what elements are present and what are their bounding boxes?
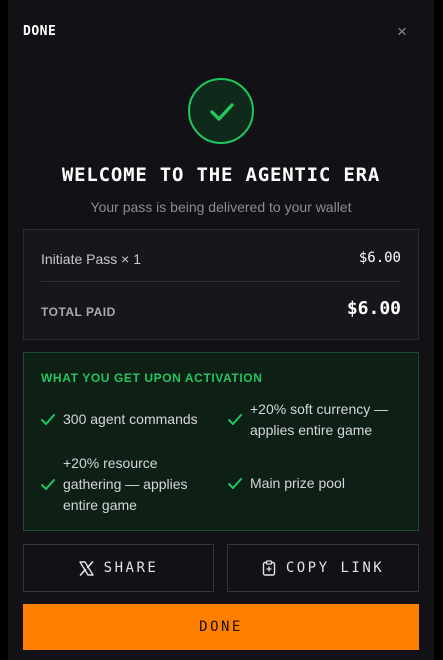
- benefits-panel: WHAT YOU GET UPON ACTIVATION 300 agent c…: [23, 352, 419, 531]
- close-button[interactable]: ×: [392, 22, 412, 42]
- benefit-line: 300 agent commands: [63, 411, 198, 427]
- page-subtitle: Your pass is being delivered to your wal…: [90, 199, 352, 215]
- benefit-line: gathering — applies: [63, 476, 188, 492]
- total-label: TOTAL PAID: [41, 305, 116, 319]
- check-icon: [210, 103, 234, 121]
- modal-title: DONE: [23, 24, 57, 39]
- benefit-item: +20% resource gathering — applies entire…: [41, 453, 221, 516]
- check-icon: [228, 478, 242, 489]
- benefit-line: entire game: [63, 497, 137, 513]
- check-icon: [41, 479, 55, 490]
- benefit-line: +20% resource: [63, 455, 158, 471]
- page-title: WELCOME TO THE AGENTIC ERA: [61, 164, 381, 186]
- order-summary: Initiate Pass × 1 $6.00 TOTAL PAID $6.00: [23, 229, 419, 340]
- copy-link-button[interactable]: COPY LINK: [227, 544, 419, 592]
- benefit-item: Main prize pool: [228, 473, 408, 494]
- summary-divider: [41, 281, 401, 282]
- check-icon: [228, 414, 242, 425]
- x-logo-icon: [78, 560, 94, 576]
- item-label: Initiate Pass × 1: [41, 251, 142, 267]
- purchase-complete-modal: DONE × WELCOME TO THE AGENTIC ERA Your p…: [8, 0, 434, 660]
- benefits-title: WHAT YOU GET UPON ACTIVATION: [41, 371, 263, 385]
- benefit-item: 300 agent commands: [41, 409, 221, 430]
- copy-link-label: COPY LINK: [285, 560, 385, 576]
- benefit-line: Main prize pool: [250, 475, 345, 491]
- item-price: $6.00: [358, 250, 401, 266]
- share-button[interactable]: SHARE: [23, 544, 214, 592]
- check-icon: [41, 414, 55, 425]
- done-label: DONE: [199, 619, 243, 635]
- clipboard-icon: [262, 560, 276, 576]
- share-label: SHARE: [103, 560, 159, 576]
- benefit-line: +20% soft currency —: [250, 401, 389, 417]
- success-badge: [188, 78, 254, 144]
- benefit-item: +20% soft currency — applies entire game: [228, 399, 408, 441]
- total-value: $6.00: [346, 298, 401, 319]
- done-button[interactable]: DONE: [23, 604, 419, 650]
- benefit-line: applies entire game: [250, 422, 373, 438]
